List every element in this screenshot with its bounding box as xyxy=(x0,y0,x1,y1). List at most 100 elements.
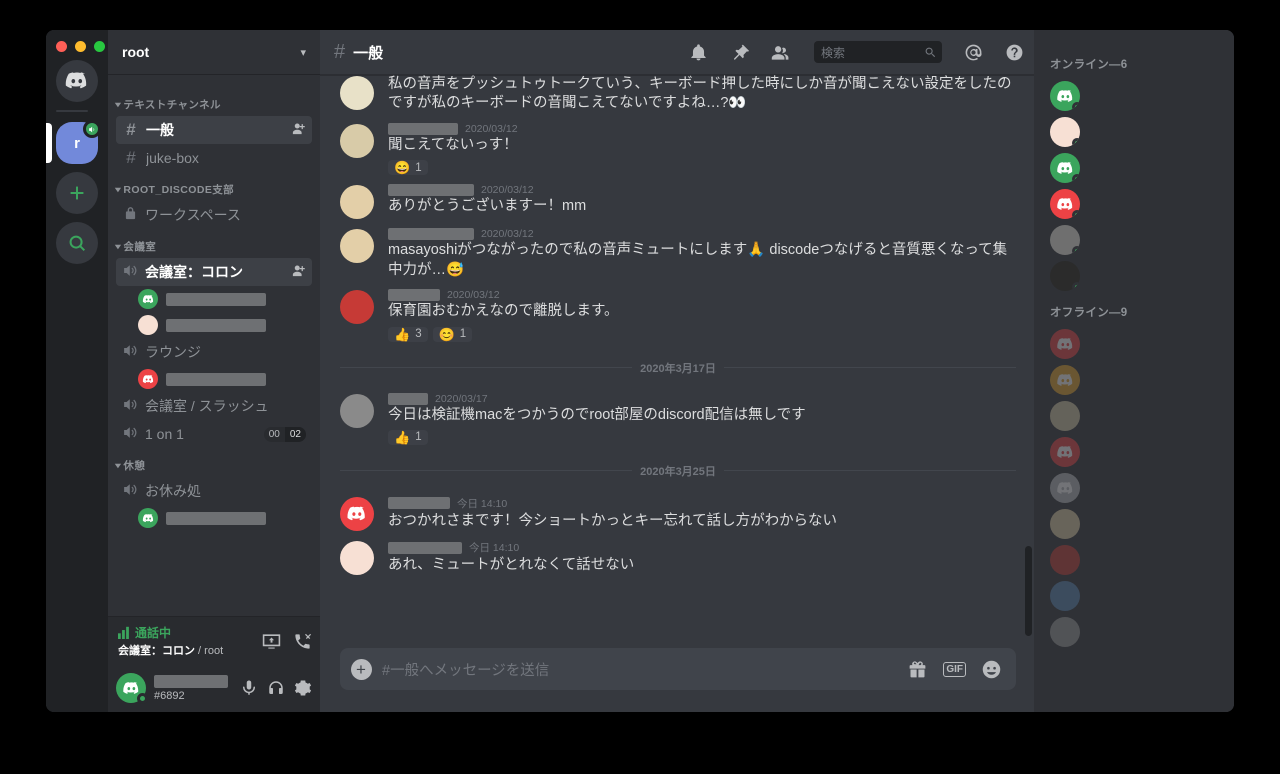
voice-status-label: 通話中 xyxy=(135,626,172,640)
member-list-item[interactable] xyxy=(1034,578,1234,614)
maximize-window-button[interactable] xyxy=(94,41,105,52)
message-scroll-container[interactable]: 私の音声をプッシュトゥトークていう、キーボード押した時にしか音が聞こえない設定を… xyxy=(320,75,1034,648)
channel-item-voice[interactable]: 会議室 / スラッシュ xyxy=(116,392,312,420)
member-list-item[interactable] xyxy=(1034,326,1234,362)
avatar[interactable] xyxy=(116,673,148,704)
avatar xyxy=(138,508,158,528)
member-group-offline-label: オフライン—9 xyxy=(1050,307,1128,319)
avatar[interactable] xyxy=(340,541,374,576)
reaction-pill[interactable]: 👍 1 xyxy=(388,429,428,445)
member-list-item[interactable] xyxy=(1034,614,1234,650)
channel-item-text[interactable]: # 一般 xyxy=(116,116,312,144)
member-list-item[interactable] xyxy=(1034,542,1234,578)
reaction-emoji: 😊 xyxy=(438,326,455,342)
reaction-pill[interactable]: 😄 1 xyxy=(388,160,428,176)
member-list-item[interactable] xyxy=(1034,150,1234,186)
member-list-item[interactable] xyxy=(1034,258,1234,294)
scrollbar-thumb[interactable] xyxy=(1025,546,1032,636)
avatar[interactable] xyxy=(340,185,374,220)
avatar[interactable] xyxy=(340,76,374,110)
member-list-item[interactable] xyxy=(1034,506,1234,542)
avatar[interactable] xyxy=(340,393,374,428)
message-item[interactable]: 2020/03/12 保育園おむかえなので離脱します。 👍 3 😊 1 xyxy=(320,282,1034,343)
disconnect-call-icon[interactable] xyxy=(293,632,312,651)
message-item[interactable]: 2020/03/12 ありがとうございますー！mm xyxy=(320,177,1034,221)
member-list-item[interactable] xyxy=(1034,186,1234,222)
avatar[interactable] xyxy=(340,229,374,264)
gift-icon[interactable] xyxy=(907,659,928,680)
channel-category[interactable]: ▾ 休憩 xyxy=(108,448,320,477)
help-icon[interactable] xyxy=(1005,43,1024,62)
speaker-icon xyxy=(122,396,139,416)
member-list-item[interactable] xyxy=(1034,114,1234,150)
add-user-icon[interactable] xyxy=(291,263,306,281)
reaction-pill[interactable]: 😊 1 xyxy=(432,326,473,342)
screen-share-icon[interactable] xyxy=(262,632,281,651)
message-input-placeholder[interactable]: #一般へメッセージを送信 xyxy=(382,659,892,680)
channel-item-voice[interactable]: 1 on 1 00 02 xyxy=(116,420,312,448)
message-item[interactable]: 2020/03/12 masayoshiがつながったので私の音声ミュートにします🙏… xyxy=(320,221,1034,282)
chevron-down-icon: ▾ xyxy=(115,461,122,470)
message-header: 今日 14:10 xyxy=(388,540,1016,555)
pin-icon[interactable] xyxy=(730,43,749,62)
rail-item-add-server[interactable] xyxy=(56,172,98,214)
mention-icon[interactable] xyxy=(964,43,983,62)
avatar xyxy=(1050,225,1080,255)
rail-item-explore-servers[interactable] xyxy=(56,222,98,264)
channel-item-locked[interactable]: ワークスペース xyxy=(116,201,312,229)
headphones-icon[interactable] xyxy=(267,679,285,697)
microphone-icon[interactable] xyxy=(240,679,258,697)
channel-label: 一般 xyxy=(146,122,174,138)
reaction-pill[interactable]: 👍 3 xyxy=(388,326,428,342)
message-timestamp: 2020/03/12 xyxy=(447,289,500,302)
avatar[interactable] xyxy=(340,496,374,531)
rail-item-home[interactable] xyxy=(56,60,98,102)
member-list-item[interactable] xyxy=(1034,222,1234,258)
date-divider-label: 2020年3月17日 xyxy=(640,362,716,375)
channel-item-voice[interactable]: お休み処 xyxy=(116,477,312,505)
member-list-item[interactable] xyxy=(1034,470,1234,506)
voice-channel-member[interactable] xyxy=(108,286,320,312)
close-window-button[interactable] xyxy=(56,41,67,52)
avatar xyxy=(1050,437,1080,467)
avatar xyxy=(1050,365,1080,395)
gif-icon[interactable]: GIF xyxy=(943,661,966,677)
voice-channel-member[interactable] xyxy=(108,312,320,338)
search-icon xyxy=(925,47,936,57)
search-placeholder: 検索 xyxy=(821,45,846,60)
avatar-image xyxy=(340,394,374,428)
avatar[interactable] xyxy=(340,290,374,325)
channel-item-text[interactable]: # juke-box xyxy=(116,144,312,172)
member-list-item[interactable] xyxy=(1034,78,1234,114)
member-list-item[interactable] xyxy=(1034,362,1234,398)
message-item[interactable]: 2020/03/12 聞こえてないっす！ 😄 1 xyxy=(320,116,1034,177)
channel-category[interactable]: ▾ 会議室 xyxy=(108,229,320,258)
member-list-item[interactable] xyxy=(1034,434,1234,470)
message-item[interactable]: 2020/03/17 今日は検証機macをつかうのでroot部屋のdiscord配… xyxy=(320,386,1034,447)
message-item[interactable]: 今日 14:10 あれ、ミュートがとれなくて話せない xyxy=(320,533,1034,577)
message-item[interactable]: 今日 14:10 おつかれさまです！今ショートかっとキー忘れて話し方がわからない xyxy=(320,489,1034,533)
avatar[interactable] xyxy=(340,123,374,158)
chevron-down-icon: ▾ xyxy=(115,185,122,194)
minimize-window-button[interactable] xyxy=(75,41,86,52)
rail-item-server-root[interactable]: r xyxy=(46,120,101,164)
add-user-icon[interactable] xyxy=(291,121,306,139)
bell-icon[interactable] xyxy=(689,43,708,62)
members-icon[interactable] xyxy=(771,43,790,62)
channel-category[interactable]: ▾ テキストチャンネル xyxy=(108,87,320,116)
message-item[interactable]: 私の音声をプッシュトゥトークていう、キーボード押した時にしか音が聞こえない設定を… xyxy=(320,75,1034,116)
channel-item-voice[interactable]: 会議室：コロン xyxy=(116,258,312,286)
message-composer: + #一般へメッセージを送信 GIF xyxy=(320,648,1034,712)
member-list-item[interactable] xyxy=(1034,398,1234,434)
emoji-icon[interactable] xyxy=(981,659,1002,680)
guild-header-dropdown[interactable]: root ▾ xyxy=(108,30,320,75)
message-header: 今日 14:10 xyxy=(388,496,1016,511)
voice-channel-member[interactable] xyxy=(108,366,320,392)
channel-category[interactable]: ▾ ROOT_DISCODE支部 xyxy=(108,172,320,201)
channel-label: ラウンジ xyxy=(145,344,201,360)
voice-channel-member[interactable] xyxy=(108,505,320,531)
channel-item-voice[interactable]: ラウンジ xyxy=(116,338,312,366)
gear-icon[interactable] xyxy=(294,679,312,697)
search-input[interactable]: 検索 xyxy=(814,41,942,63)
attach-button[interactable]: + xyxy=(340,658,382,680)
